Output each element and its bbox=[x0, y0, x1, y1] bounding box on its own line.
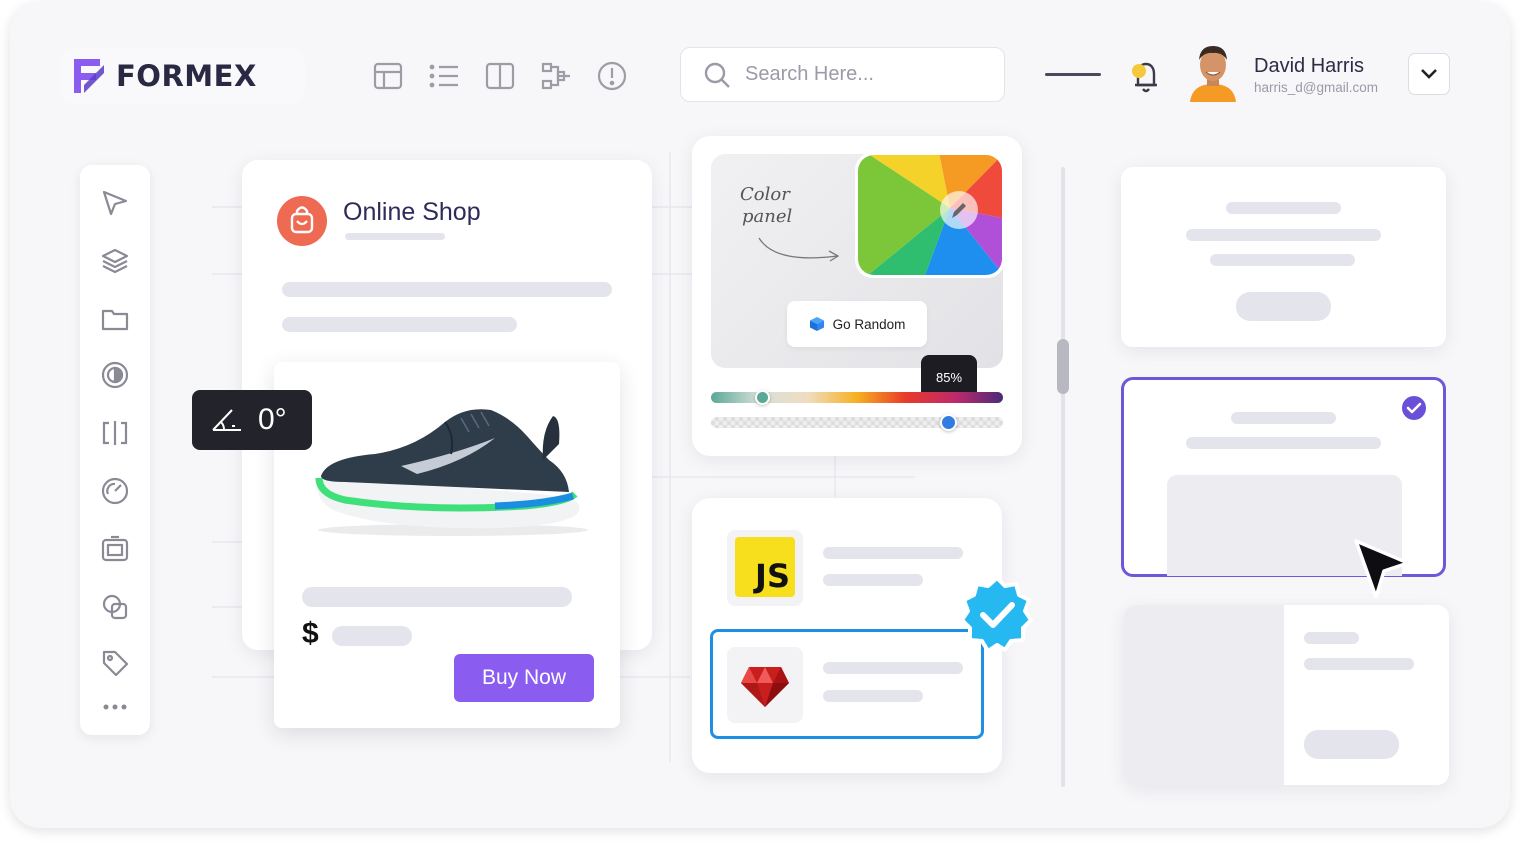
check-circle-icon bbox=[1402, 396, 1426, 420]
ruby-gem-icon bbox=[741, 667, 789, 707]
placeholder-line bbox=[302, 587, 572, 607]
template-card-3[interactable] bbox=[1124, 605, 1449, 785]
color-panel-label: Color panel bbox=[740, 184, 792, 228]
price-placeholder bbox=[332, 626, 412, 646]
cursor-icon bbox=[1354, 539, 1410, 599]
buy-now-button[interactable]: Buy Now bbox=[454, 654, 594, 702]
cube-icon bbox=[809, 317, 824, 331]
placeholder-line bbox=[1304, 658, 1414, 670]
scrollbar-track[interactable] bbox=[1061, 167, 1065, 787]
placeholder-button bbox=[1236, 292, 1331, 321]
placeholder-line bbox=[823, 662, 963, 674]
opacity-slider-track[interactable] bbox=[711, 417, 1003, 428]
color-wheel[interactable] bbox=[855, 152, 1005, 278]
opacity-slider-handle[interactable] bbox=[940, 414, 957, 431]
placeholder-image bbox=[1124, 605, 1284, 785]
angle-icon bbox=[212, 409, 241, 431]
currency-symbol: $ bbox=[302, 617, 319, 650]
placeholder-line bbox=[823, 690, 923, 702]
placeholder-line bbox=[1304, 632, 1359, 644]
label-line-2: panel bbox=[742, 206, 793, 227]
placeholder-line bbox=[1226, 202, 1341, 214]
shop-title: Online Shop bbox=[343, 198, 481, 226]
verified-badge-icon bbox=[960, 576, 1033, 653]
placeholder-line bbox=[823, 574, 923, 586]
placeholder-line bbox=[1231, 412, 1336, 424]
app-window: FORMEX Search Here... David Harris harri… bbox=[10, 2, 1510, 828]
placeholder-line bbox=[823, 547, 963, 559]
placeholder-line bbox=[1186, 437, 1381, 449]
placeholder-line bbox=[1186, 229, 1381, 241]
scrollbar-thumb[interactable] bbox=[1057, 339, 1069, 394]
placeholder-line bbox=[282, 317, 517, 332]
go-random-label: Go Random bbox=[832, 316, 906, 332]
sneaker-image bbox=[315, 409, 588, 536]
shopping-bag-icon bbox=[277, 196, 327, 246]
placeholder-button bbox=[1304, 730, 1399, 759]
placeholder-line bbox=[345, 233, 445, 240]
arrow-icon bbox=[758, 237, 840, 262]
label-line-1: Color bbox=[740, 184, 790, 205]
rotation-value: 0° bbox=[258, 403, 287, 436]
hue-slider-handle[interactable] bbox=[755, 390, 770, 405]
rotation-tooltip: 0° bbox=[192, 390, 312, 450]
go-random-button[interactable]: Go Random bbox=[787, 301, 927, 347]
placeholder-line bbox=[282, 282, 612, 297]
js-logo: JS bbox=[735, 537, 795, 597]
placeholder-line bbox=[1210, 254, 1355, 266]
